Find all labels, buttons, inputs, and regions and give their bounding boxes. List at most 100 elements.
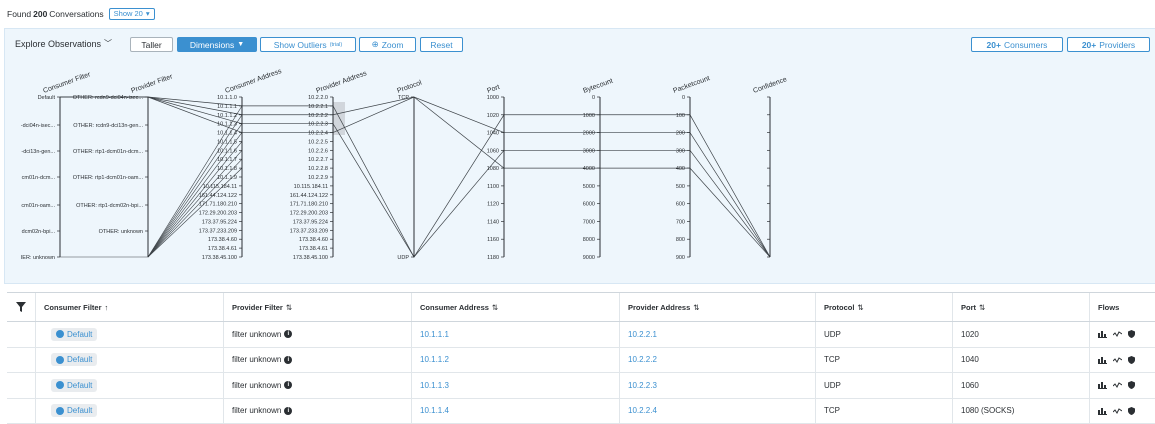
shield-icon[interactable] (1128, 356, 1135, 364)
table-row[interactable]: Default filter unknowni 10.1.1.2 10.2.2.… (7, 348, 1155, 374)
zoom-label: Zoom (382, 40, 404, 50)
col-port[interactable]: Port⇅ (952, 293, 1089, 321)
col-flows: Flows (1089, 293, 1155, 321)
sort-icon: ⇅ (492, 303, 498, 312)
axis-title: Confidence (752, 76, 788, 95)
col-provider-filter[interactable]: Provider Filter⇅ (223, 293, 411, 321)
consumer-address-cell: 10.1.1.3 (411, 373, 619, 398)
tick-label: 10.1.1.9 (217, 175, 237, 181)
flows-cell (1089, 399, 1155, 424)
consumers-button[interactable]: 20+ Consumers (971, 37, 1063, 52)
tick-label: 1000 (583, 113, 595, 119)
col-consumer-address[interactable]: Consumer Address⇅ (411, 293, 619, 321)
tick-label: 1080 (487, 166, 499, 172)
bar-chart-icon[interactable] (1098, 356, 1107, 364)
table-row[interactable]: Default filter unknowni 10.1.1.1 10.2.2.… (7, 322, 1155, 348)
dimensions-label: Dimensions (190, 40, 234, 50)
reset-button[interactable]: Reset (420, 37, 463, 52)
tick-label: -dci04n-isec... (21, 123, 56, 129)
info-icon[interactable]: i (284, 381, 292, 389)
tick-label: 3000 (583, 148, 595, 154)
scope-icon (56, 330, 64, 338)
info-icon[interactable]: i (284, 330, 292, 338)
shield-icon[interactable] (1128, 381, 1135, 389)
consumer-filter-badge[interactable]: Default (51, 328, 97, 341)
results-summary: Found 200 Conversations Show 20 ▾ (7, 6, 155, 22)
tick-label: 10.1.1.7 (217, 157, 237, 163)
filter-toggle[interactable] (7, 293, 35, 321)
tick-label: 100 (676, 113, 685, 119)
provider-filter-value: filter unknown (232, 330, 281, 339)
tick-label: OTHER: rcdn9-dci13n-gen... (73, 123, 143, 129)
sort-icon: ⇅ (979, 303, 985, 312)
reset-label: Reset (430, 40, 452, 50)
tick-label: 173.37.95.224 (202, 219, 237, 225)
protocol-value: UDP (824, 330, 841, 339)
provider-address-link[interactable]: 10.2.2.1 (628, 330, 657, 339)
tick-label: 10.2.2.4 (308, 131, 328, 137)
table-row[interactable]: Default filter unknowni 10.1.1.3 10.2.2.… (7, 373, 1155, 399)
tick-label: 1000 (487, 95, 499, 101)
taller-button[interactable]: Taller (130, 37, 173, 52)
tick-label: 10.1.1.1 (217, 104, 237, 110)
tick-label: 500 (676, 184, 685, 190)
provider-filter-cell: filter unknowni (223, 348, 411, 373)
parallel-coordinates-chart[interactable]: Consumer FilterDefault-dci04n-isec...-dc… (5, 53, 1155, 283)
tick-label: 173.38.4.60 (208, 237, 237, 243)
tick-label: 173.37.95.224 (293, 219, 328, 225)
table-row[interactable]: Default filter unknowni 10.1.1.4 10.2.2.… (7, 399, 1155, 424)
providers-button[interactable]: 20+ Providers (1067, 37, 1150, 52)
col-label: Consumer Filter (44, 303, 102, 312)
col-protocol[interactable]: Protocol⇅ (815, 293, 952, 321)
page-size-select[interactable]: Show 20 ▾ (109, 8, 155, 20)
consumer-filter-value: Default (67, 355, 92, 364)
consumer-address-link[interactable]: 10.1.1.2 (420, 355, 449, 364)
tick-label: 4000 (583, 166, 595, 172)
show-outliers-button[interactable]: Show Outliers(trial) (260, 37, 356, 52)
col-provider-address[interactable]: Provider Address⇅ (619, 293, 815, 321)
consumer-filter-badge[interactable]: Default (51, 353, 97, 366)
port-cell: 1040 (952, 348, 1089, 373)
tick-label: UDP (397, 255, 409, 261)
bar-chart-icon[interactable] (1098, 330, 1107, 338)
tick-label: Default (38, 95, 56, 101)
protocol-cell: UDP (815, 373, 952, 398)
tick-label: 1060 (487, 148, 499, 154)
provider-address-link[interactable]: 10.2.2.3 (628, 381, 657, 390)
tick-label: 10.1.1.0 (217, 95, 237, 101)
protocol-cell: TCP (815, 399, 952, 424)
flows-cell (1089, 348, 1155, 373)
provider-address-link[interactable]: 10.2.2.2 (628, 355, 657, 364)
axis-title: Provider Address (315, 70, 368, 95)
consumer-filter-badge[interactable]: Default (51, 379, 97, 392)
tick-label: 10.2.2.1 (308, 104, 328, 110)
trial-tag: (trial) (330, 42, 343, 48)
dimensions-button[interactable]: Dimensions ▼ (177, 37, 257, 52)
consumer-address-cell: 10.1.1.1 (411, 322, 619, 347)
info-icon[interactable]: i (284, 356, 292, 364)
parallel-coordinates-svg[interactable]: Consumer FilterDefault-dci04n-isec...-dc… (5, 53, 1155, 283)
explore-panel: Explore Observations ﹀ Taller Dimensions… (4, 28, 1155, 284)
line-chart-icon[interactable] (1113, 356, 1122, 364)
explore-dropdown[interactable]: Explore Observations ﹀ (15, 38, 112, 49)
line-chart-icon[interactable] (1113, 381, 1122, 389)
consumer-address-link[interactable]: 10.1.1.1 (420, 330, 449, 339)
protocol-value: UDP (824, 381, 841, 390)
tick-label: 700 (676, 219, 685, 225)
tick-label: 6000 (583, 202, 595, 208)
line-chart-icon[interactable] (1113, 330, 1122, 338)
consumer-filter-badge[interactable]: Default (51, 404, 97, 417)
col-consumer-filter[interactable]: Consumer Filter↑ (35, 293, 223, 321)
zoom-button[interactable]: ⊕ Zoom (359, 37, 416, 52)
provider-address-cell: 10.2.2.1 (619, 322, 815, 347)
protocol-value: TCP (824, 355, 840, 364)
tick-label: 172.29.200.203 (290, 211, 328, 217)
col-label: Protocol (824, 303, 854, 312)
provider-filter-cell: filter unknowni (223, 322, 411, 347)
port-value: 1040 (961, 355, 979, 364)
bar-chart-icon[interactable] (1098, 381, 1107, 389)
tick-label: OTHER: rtp1-dcm01n-oam... (73, 175, 144, 181)
shield-icon[interactable] (1128, 330, 1135, 338)
consumer-address-link[interactable]: 10.1.1.3 (420, 381, 449, 390)
port-value: 1060 (961, 381, 979, 390)
